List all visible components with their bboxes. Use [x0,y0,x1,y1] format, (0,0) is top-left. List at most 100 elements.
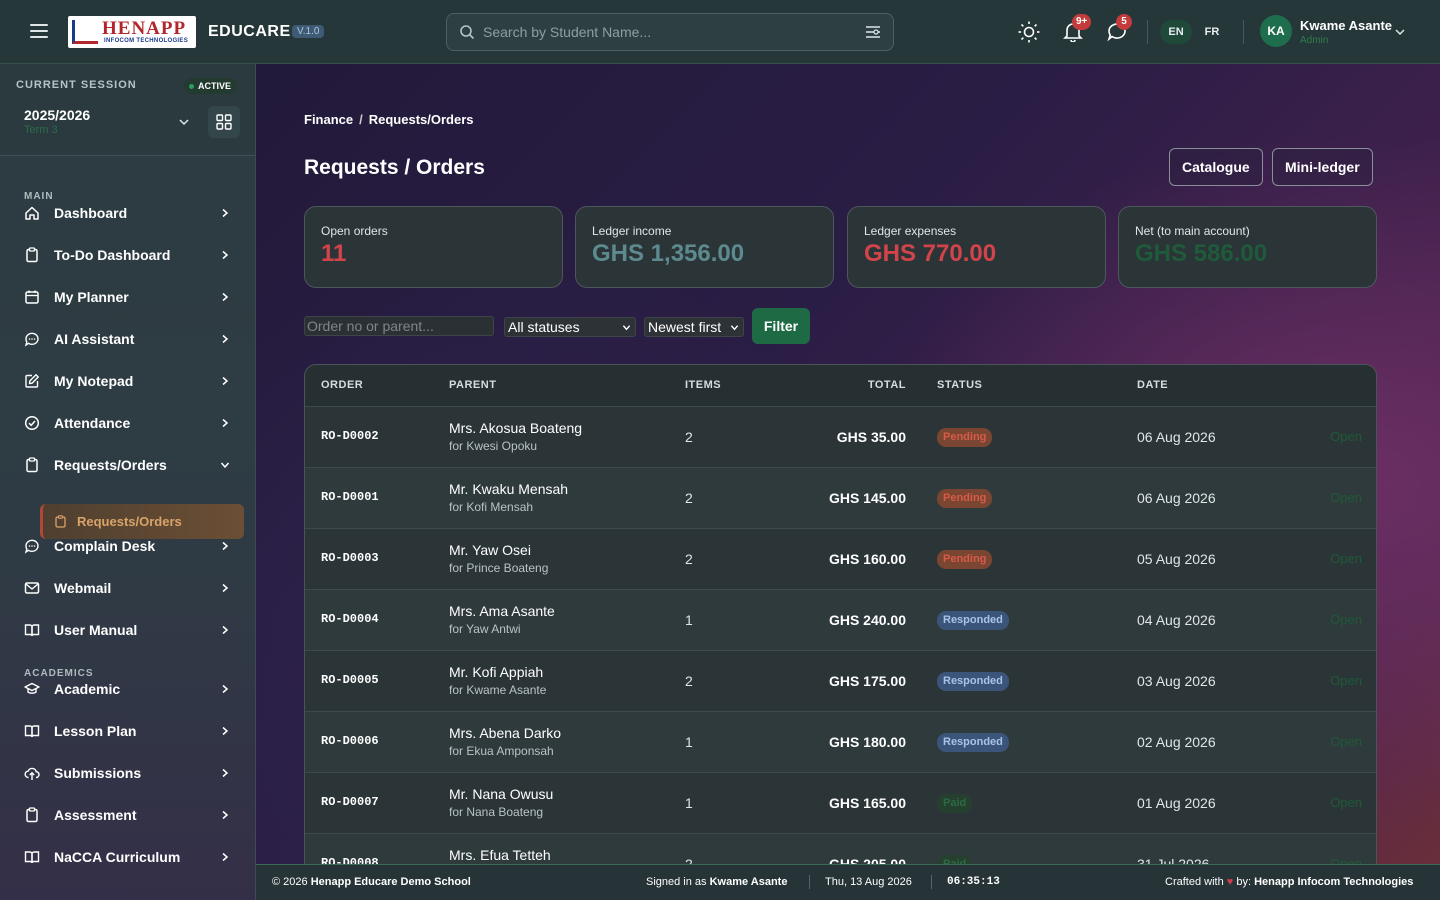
order-total: GHS 35.00 [836,429,906,445]
table-row[interactable]: RO-D0006 Mrs. Abena Darko for Ekua Amponsa… [305,711,1376,772]
order-number[interactable]: RO-D0002 [321,429,379,443]
table-row[interactable]: RO-D0001 Mr. Kwaku Mensah for Kofi Mensah 2… [305,467,1376,528]
item-count: 2 [685,856,693,864]
order-search-input[interactable] [304,316,494,336]
table-row[interactable]: RO-D0008Mrs. Efua Tettehfor Esi Mensah2G… [305,833,1376,864]
sidebar-subitem-requests-orders[interactable]: Requests/Orders [40,504,244,539]
open-link[interactable]: Open [1330,795,1362,810]
status-select[interactable]: All statuses [504,317,636,337]
stat-label: Ledger expenses [864,224,957,238]
sidebar-item-to-do-dashboard[interactable]: To-Do Dashboard [16,238,244,272]
avatar[interactable]: KA [1260,15,1292,47]
table-row[interactable]: RO-D0002 Mrs. Akosua Boateng for Kwesi Opo… [305,406,1376,467]
search-input[interactable] [483,22,853,42]
status-badge: Paid [937,855,973,864]
page-title: Requests / Orders [304,156,485,179]
sidebar-item-user-manual[interactable]: User Manual [16,613,244,647]
divider [931,875,932,889]
open-link[interactable]: Open [1330,673,1362,688]
chevron-right-icon [222,768,229,778]
order-number[interactable]: RO-D0007 [321,795,379,809]
sidebar-item-academic[interactable]: Academic [16,672,244,706]
order-total: GHS 175.00 [828,673,906,689]
status-badge: Pending [937,428,993,447]
order-number[interactable]: RO-D0008 [321,856,379,864]
chat-bubble-icon [24,539,39,554]
mini-ledger-button[interactable]: Mini-ledger [1272,148,1373,186]
book-open-icon [24,624,40,637]
divider [809,875,810,889]
order-number[interactable]: RO-D0004 [321,612,379,626]
order-total: GHS 160.00 [828,551,906,567]
sidebar-item-webmail[interactable]: Webmail [16,571,244,605]
sidebar-item-nacca-curriculum[interactable]: NaCCA Curriculum [16,840,244,874]
menu-toggle-icon[interactable] [30,24,48,40]
chat-bubble-icon [24,332,39,347]
sidebar-item-submissions[interactable]: Submissions [16,756,244,790]
order-total: GHS 240.00 [828,612,906,628]
table-row[interactable]: RO-D0004 Mrs. Ama Asante for Yaw Antwi 1 GHS… [305,589,1376,650]
sidebar-item-label: Attendance [54,415,131,431]
clipboard-icon [26,247,38,263]
order-number[interactable]: RO-D0005 [321,673,379,687]
theme-sun-icon[interactable] [1017,20,1041,44]
sidebar-item-requests-orders[interactable]: Requests/Orders [16,448,244,482]
crafted-by[interactable]: Henapp Infocom Technologies [1254,876,1413,888]
chevron-right-icon [222,684,229,694]
item-count: 2 [685,673,693,689]
sidebar-item-ai-assistant[interactable]: AI Assistant [16,322,244,356]
chevron-down-icon[interactable] [178,116,190,128]
table-row[interactable]: RO-D0005 Mr. Kofi Appiah for Kwame Asante 2… [305,650,1376,711]
notifications-button[interactable]: 9+ [1062,14,1092,44]
filter-button[interactable]: Filter [752,308,810,344]
column-header: TOTAL [867,379,906,391]
user-name[interactable]: Kwame Asante [1300,18,1392,33]
signed-in-prefix: Signed in as [646,876,707,888]
footer-clock: 06:35:13 [947,876,1000,888]
breadcrumb-finance-link[interactable]: Finance [304,112,353,127]
order-number[interactable]: RO-D0006 [321,734,379,748]
stat-value: GHS 586.00 [1135,240,1268,267]
open-link[interactable]: Open [1330,856,1362,864]
order-total: GHS 145.00 [828,490,906,506]
chevron-down-icon[interactable] [1394,26,1406,38]
school-name: Henapp Educare Demo School [310,876,471,888]
signed-in-user: Kwame Asante [709,876,788,888]
order-number[interactable]: RO-D0001 [321,490,379,504]
apps-grid-button[interactable] [208,106,240,138]
brand-logo[interactable]: HENAPP INFOCOM TECHNOLOGIES [68,16,196,48]
sort-select[interactable]: Newest first [644,317,744,337]
parent-name: Mrs. Ama Asante [449,603,555,619]
table-row[interactable]: RO-D0003 Mr. Yaw Osei for Prince Boateng 2 G… [305,528,1376,589]
session-year[interactable]: 2025/2026 [24,107,90,123]
sidebar-item-my-planner[interactable]: My Planner [16,280,244,314]
sidebar-item-lesson-plan[interactable]: Lesson Plan [16,714,244,748]
messages-badge: 5 [1116,14,1132,30]
open-link[interactable]: Open [1330,551,1362,566]
stat-card-ledger-expenses: Ledger expenses GHS 770.00 [847,206,1106,288]
sidebar-item-assessment[interactable]: Assessment [16,798,244,832]
app-name: EDUCARE [208,23,291,40]
open-link[interactable]: Open [1330,734,1362,749]
session-panel: CURRENT SESSION ACTIVE 2025/2026 Term 3 [0,64,255,156]
sidebar-item-label: AI Assistant [54,331,135,347]
lang-en-button[interactable]: EN [1160,20,1192,44]
sidebar-item-dashboard[interactable]: Dashboard [16,196,244,230]
lang-fr-button[interactable]: FR [1196,20,1228,44]
stat-value: 11 [321,240,347,267]
sidebar-item-my-notepad[interactable]: My Notepad [16,364,244,398]
sidebar-item-attendance[interactable]: Attendance [16,406,244,440]
item-count: 2 [685,490,693,506]
heart-icon: ♥ [1226,876,1234,888]
order-number[interactable]: RO-D0003 [321,551,379,565]
messages-button[interactable]: 5 [1106,14,1132,44]
open-link[interactable]: Open [1330,490,1362,505]
table-row[interactable]: RO-D0007 Mr. Nana Owusu for Nana Boateng 1 G… [305,772,1376,833]
search-icon [460,25,475,40]
open-link[interactable]: Open [1330,612,1362,627]
catalogue-button[interactable]: Catalogue [1169,148,1263,186]
parent-name: Mr. Kwaku Mensah [449,481,569,497]
filter-options-icon[interactable] [865,25,881,39]
clipboard-icon [26,807,38,823]
open-link[interactable]: Open [1330,429,1362,444]
